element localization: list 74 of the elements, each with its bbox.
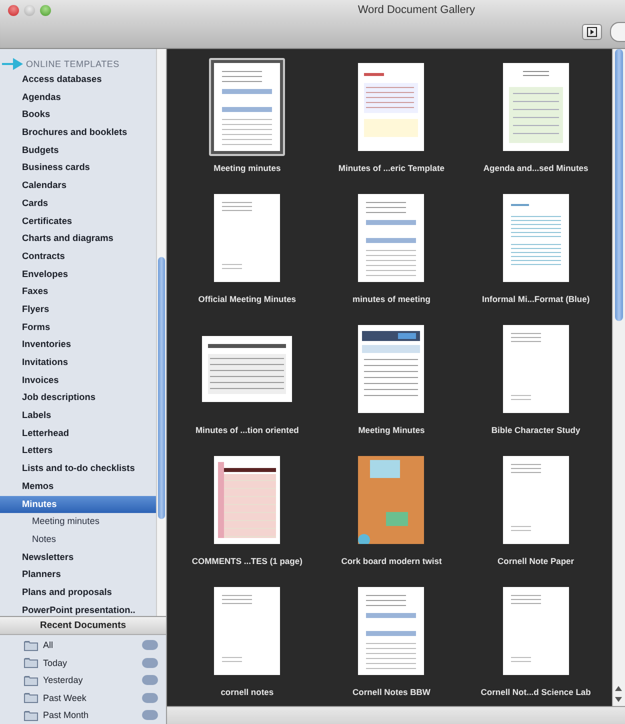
- recent-item[interactable]: Today: [43, 658, 137, 668]
- count-badge: [142, 640, 158, 650]
- sidebar-subitem[interactable]: Notes: [0, 530, 156, 549]
- sidebar-item[interactable]: Books: [0, 106, 156, 124]
- template-name: Cornell Not...d Science Lab: [480, 687, 591, 697]
- folder-icon: [24, 710, 38, 721]
- sidebar-item[interactable]: Invoices: [0, 372, 156, 390]
- scrollbar-thumb[interactable]: [158, 257, 165, 519]
- template-name: Bible Character Study: [491, 425, 580, 435]
- sidebar-item[interactable]: Plans and proposals: [0, 584, 156, 602]
- recent-item[interactable]: All: [43, 640, 137, 650]
- folder-icon: [24, 657, 38, 668]
- folder-icon: [24, 692, 38, 704]
- template-name: cornell notes: [220, 687, 274, 697]
- sidebar-item[interactable]: Cards: [0, 194, 156, 212]
- slideshow-button[interactable]: [582, 24, 602, 40]
- sidebar-item[interactable]: Invitations: [0, 354, 156, 372]
- sidebar-subitem[interactable]: Meeting minutes: [0, 513, 156, 531]
- folder-icon: [24, 640, 38, 651]
- sidebar-item[interactable]: Lists and to-do checklists: [0, 460, 156, 478]
- count-badge: [142, 710, 158, 720]
- close-button[interactable]: [8, 4, 19, 16]
- sidebar-item[interactable]: Contracts: [0, 248, 156, 266]
- sidebar-item[interactable]: Letters: [0, 442, 156, 460]
- sidebar-item[interactable]: Letterhead: [0, 424, 156, 442]
- sidebar-item[interactable]: Faxes: [0, 283, 156, 301]
- scrollbar-thumb[interactable]: [615, 49, 623, 321]
- sidebar-item[interactable]: Inventories: [0, 336, 156, 354]
- template-name: Official Meeting Minutes: [198, 294, 296, 304]
- scroll-down-arrow-icon[interactable]: [615, 696, 622, 703]
- sidebar-item[interactable]: Agendas: [0, 88, 156, 106]
- template-name: Cornell Note Paper: [498, 556, 574, 566]
- sidebar-item[interactable]: Certificates: [0, 212, 156, 230]
- sidebar-item[interactable]: Calendars: [0, 177, 156, 195]
- sidebar-item[interactable]: Labels: [0, 407, 156, 425]
- sidebar-item[interactable]: Forms: [0, 318, 156, 336]
- count-badge: [142, 675, 158, 686]
- recent-item[interactable]: Yesterday: [43, 675, 137, 686]
- template-name: minutes of meeting: [352, 294, 430, 304]
- count-badge: [142, 692, 158, 703]
- template-name: Meeting minutes: [214, 163, 281, 173]
- template-name: Informal Mi...Format (Blue): [482, 294, 590, 304]
- count-badge: [142, 658, 158, 668]
- sidebar-item[interactable]: Brochures and booklets: [0, 124, 156, 142]
- template-name: Meeting Minutes: [358, 425, 425, 435]
- sidebar-item[interactable]: Business cards: [0, 159, 156, 178]
- section-header: ONLINE TEMPLATES: [26, 59, 120, 69]
- template-name: Agenda and...sed Minutes: [483, 163, 588, 173]
- template-thumbnail[interactable]: [209, 58, 286, 156]
- sidebar-item[interactable]: Envelopes: [0, 266, 156, 284]
- template-name: Minutes of ...eric Template: [338, 163, 445, 173]
- sidebar-item[interactable]: Planners: [0, 566, 156, 584]
- sidebar-item[interactable]: PowerPoint presentation..: [0, 602, 156, 616]
- recent-item[interactable]: Past Week: [43, 692, 137, 703]
- template-name: COMMENTS ...TES (1 page): [192, 556, 302, 566]
- recent-documents-header: Recent Documents: [0, 616, 166, 634]
- template-name: Minutes of ...tion oriented: [195, 425, 299, 435]
- sidebar-item[interactable]: Charts and diagrams: [0, 230, 156, 248]
- folder-icon: [24, 674, 38, 686]
- window-title: Word Document Gallery: [356, 4, 476, 16]
- sidebar-item[interactable]: Memos: [0, 478, 156, 496]
- sidebar-item[interactable]: Minutes: [0, 496, 156, 514]
- sidebar-item[interactable]: Newsletters: [0, 548, 156, 566]
- sidebar-item[interactable]: Job descriptions: [0, 389, 156, 408]
- sidebar-item[interactable]: Access databases: [0, 71, 156, 89]
- template-name: Cornell Notes BBW: [352, 687, 430, 697]
- recent-item[interactable]: Past Month: [43, 710, 137, 720]
- play-icon: [587, 27, 597, 37]
- toolbar-round-button[interactable]: [610, 22, 625, 42]
- sidebar-item[interactable]: Flyers: [0, 300, 156, 319]
- template-name: Cork board modern twist: [341, 556, 442, 566]
- sidebar-item[interactable]: Budgets: [0, 142, 156, 160]
- scroll-up-arrow-icon[interactable]: [615, 685, 622, 692]
- arrow-icon: [2, 57, 24, 71]
